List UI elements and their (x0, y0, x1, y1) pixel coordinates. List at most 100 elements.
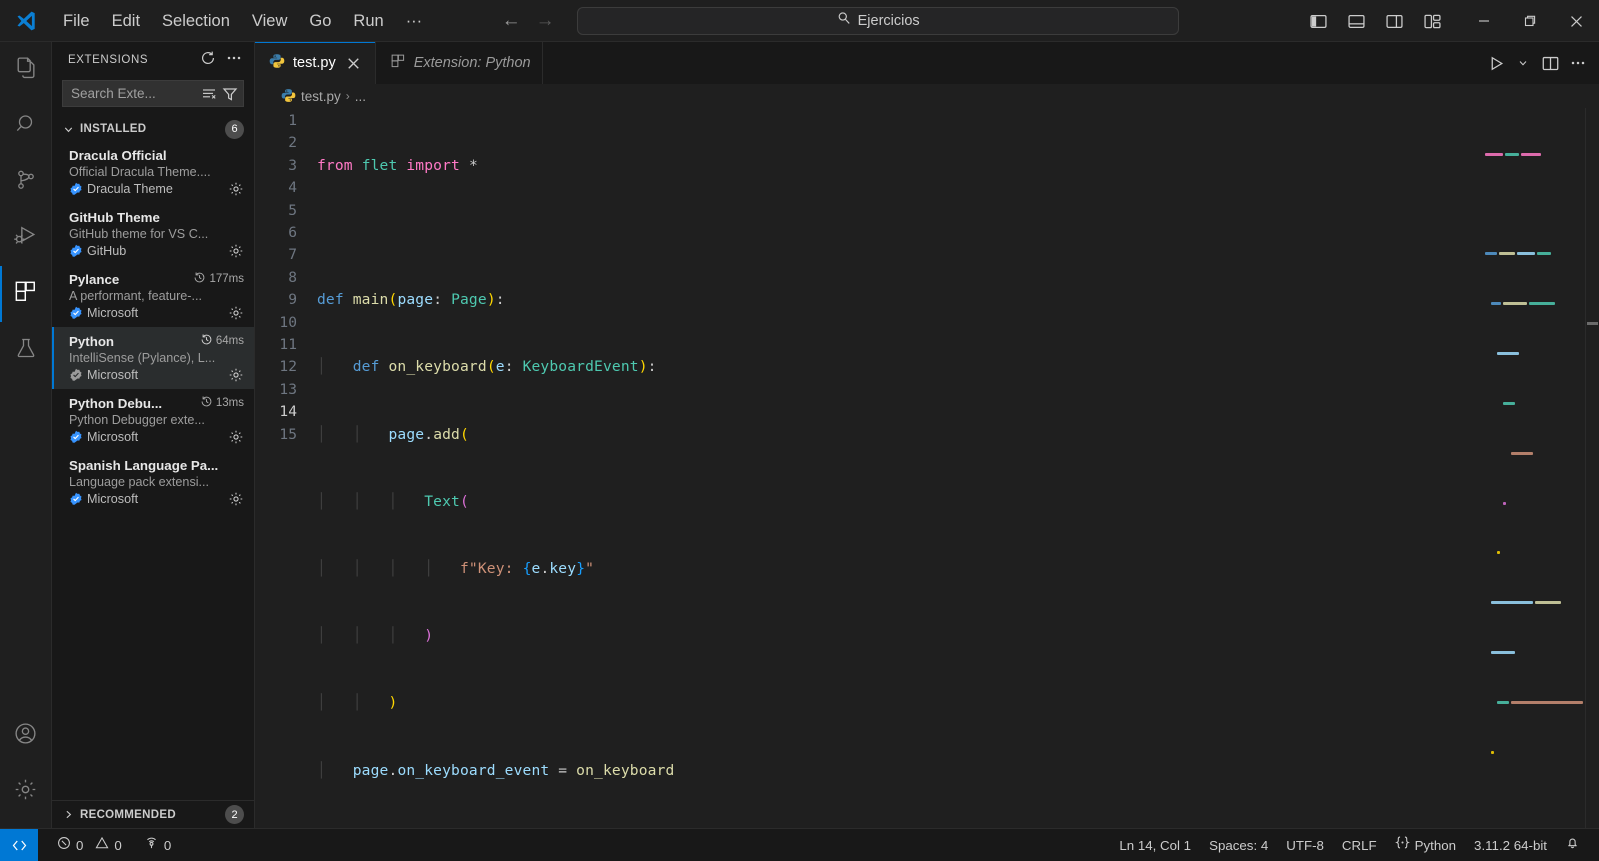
breadcrumb-symbol[interactable]: ... (355, 89, 366, 104)
section-installed-count: 6 (225, 119, 244, 139)
list-item[interactable]: Pylance 177ms A performant, feature-... (52, 265, 254, 327)
code-editor[interactable]: 1 2 3 4 5 6 7 8 9 10 11 12 13 14 15 from… (255, 108, 1599, 828)
list-item[interactable]: Dracula Official Official Dracula Theme.… (52, 141, 254, 203)
extension-publisher: Microsoft (87, 491, 139, 506)
chevron-down-icon[interactable] (1515, 49, 1531, 77)
menu-go[interactable]: Go (298, 7, 342, 35)
list-item[interactable]: Python Debu... 13ms Python Debugger exte… (52, 389, 254, 451)
remote-window-icon[interactable] (0, 828, 38, 861)
code-line-5: │ │ page.add( (317, 425, 469, 443)
files-icon (13, 55, 38, 85)
status-notifications[interactable] (1556, 829, 1589, 861)
status-ports[interactable]: 0 (135, 829, 180, 861)
activity-item-testing[interactable] (0, 322, 52, 378)
activity-item-search[interactable] (0, 98, 52, 154)
toggle-panel[interactable] (1341, 6, 1371, 36)
tab-extension-python[interactable]: Extension: Python (376, 42, 543, 84)
title-bar: File Edit Selection View Go Run ··· ← → … (0, 0, 1599, 42)
menu-view[interactable]: View (241, 7, 298, 35)
close-icon[interactable] (344, 53, 364, 73)
extension-publisher: Microsoft (87, 306, 139, 320)
activity-item-source-control[interactable] (0, 154, 52, 210)
menu-bar[interactable]: File Edit Selection View Go Run ··· (52, 7, 433, 35)
section-installed[interactable]: INSTALLED 6 (52, 117, 254, 141)
gear-icon[interactable] (228, 367, 244, 383)
editor-vertical-scrollbar[interactable] (1585, 108, 1599, 828)
list-item[interactable]: Spanish Language Pa... Language pack ext… (52, 451, 254, 513)
code-line-8: │ │ │ ) (317, 627, 434, 645)
tab-label: test.py (293, 55, 336, 71)
extension-description: A performant, feature-... (69, 289, 202, 303)
extension-description: Official Dracula Theme.... (69, 164, 211, 179)
warning-icon (95, 829, 109, 861)
more-actions-icon[interactable] (1569, 49, 1587, 77)
status-editor-indentation[interactable]: Spaces: 4 (1200, 829, 1277, 861)
status-editor-encoding[interactable]: UTF-8 (1277, 829, 1333, 861)
activity-item-accounts[interactable] (0, 708, 52, 764)
history-icon (200, 395, 213, 411)
minimap[interactable] (1485, 108, 1585, 828)
section-recommended[interactable]: RECOMMENDED 2 (52, 800, 254, 828)
run-play-icon[interactable] (1482, 49, 1510, 77)
menu-file[interactable]: File (52, 7, 101, 35)
tab-test-py[interactable]: test.py (255, 42, 376, 84)
line-number: 4 (288, 179, 297, 197)
account-icon (13, 721, 38, 751)
layout-toggles[interactable] (1303, 6, 1461, 36)
status-bar: 0 0 0 Ln 14, Col 1 Spaces: 4 UTF-8 CRLF (0, 828, 1599, 861)
arrow-left-icon[interactable]: ← (501, 11, 521, 30)
activity-item-run-and-debug[interactable] (0, 210, 52, 266)
menu-edit[interactable]: Edit (101, 7, 151, 35)
navigation-arrows[interactable]: ← → (501, 11, 555, 30)
code-line-11: │ page.add( (317, 827, 1599, 828)
breadcrumb-file[interactable]: test.py (301, 89, 341, 104)
extensions-list[interactable]: Dracula Official Official Dracula Theme.… (52, 141, 254, 800)
status-editor-eol[interactable]: CRLF (1333, 829, 1386, 861)
clear-all-icon[interactable] (201, 86, 217, 102)
filter-icon[interactable] (222, 86, 238, 102)
line-number: 13 (279, 380, 297, 398)
extension-description: Language pack extensi... (69, 474, 210, 489)
gear-icon[interactable] (228, 491, 244, 507)
menu-run[interactable]: Run (342, 7, 394, 35)
window-close-button[interactable] (1553, 0, 1599, 42)
more-actions-icon[interactable] (226, 50, 242, 71)
menu-more[interactable]: ··· (395, 7, 433, 35)
tab-label: Extension: Python (413, 55, 531, 71)
breadcrumb[interactable]: test.py › ... (255, 84, 1599, 108)
activity-item-explorer[interactable] (0, 42, 52, 98)
status-problems[interactable]: 0 0 (48, 829, 131, 861)
extension-description: GitHub theme for VS C... (69, 226, 209, 241)
status-python-interpreter[interactable]: 3.11.2 64-bit (1465, 829, 1556, 861)
line-number: 9 (288, 291, 297, 309)
extension-name: Pylance (69, 271, 120, 287)
python-lang-icon (1394, 829, 1410, 861)
verified-badge-icon (69, 306, 83, 320)
extension-activation-time: 13ms (200, 395, 244, 411)
gear-icon[interactable] (228, 243, 244, 259)
toggle-secondary-sidebar[interactable] (1379, 6, 1409, 36)
status-editor-language[interactable]: Python (1386, 829, 1465, 861)
window-maximize-button[interactable] (1507, 0, 1553, 42)
extension-name: GitHub Theme (69, 209, 160, 225)
customize-layout[interactable] (1417, 6, 1447, 36)
code-content[interactable]: from flet import * def main(page: Page):… (317, 108, 1599, 828)
toggle-primary-sidebar[interactable] (1303, 6, 1333, 36)
status-editor-position[interactable]: Ln 14, Col 1 (1110, 829, 1200, 861)
list-item[interactable]: Python 64ms IntelliSense (Pylance), L... (52, 327, 254, 389)
line-number-active: 14 (279, 403, 297, 421)
window-minimize-button[interactable] (1461, 0, 1507, 42)
arrow-right-icon[interactable]: → (535, 11, 555, 30)
refresh-icon[interactable] (200, 50, 216, 71)
search-extensions-input[interactable]: Search Exte... (62, 80, 244, 107)
quick-search-input[interactable]: Ejercicios (577, 6, 1180, 35)
split-editor-icon[interactable] (1536, 49, 1564, 77)
activity-item-manage[interactable] (0, 764, 52, 820)
menu-selection[interactable]: Selection (151, 7, 241, 35)
activity-item-extensions[interactable] (0, 266, 52, 322)
gear-icon[interactable] (228, 305, 244, 321)
list-item[interactable]: GitHub Theme GitHub theme for VS C... Gi… (52, 203, 254, 265)
gear-icon[interactable] (228, 429, 244, 445)
python-file-icon (281, 88, 296, 104)
gear-icon[interactable] (228, 181, 244, 197)
